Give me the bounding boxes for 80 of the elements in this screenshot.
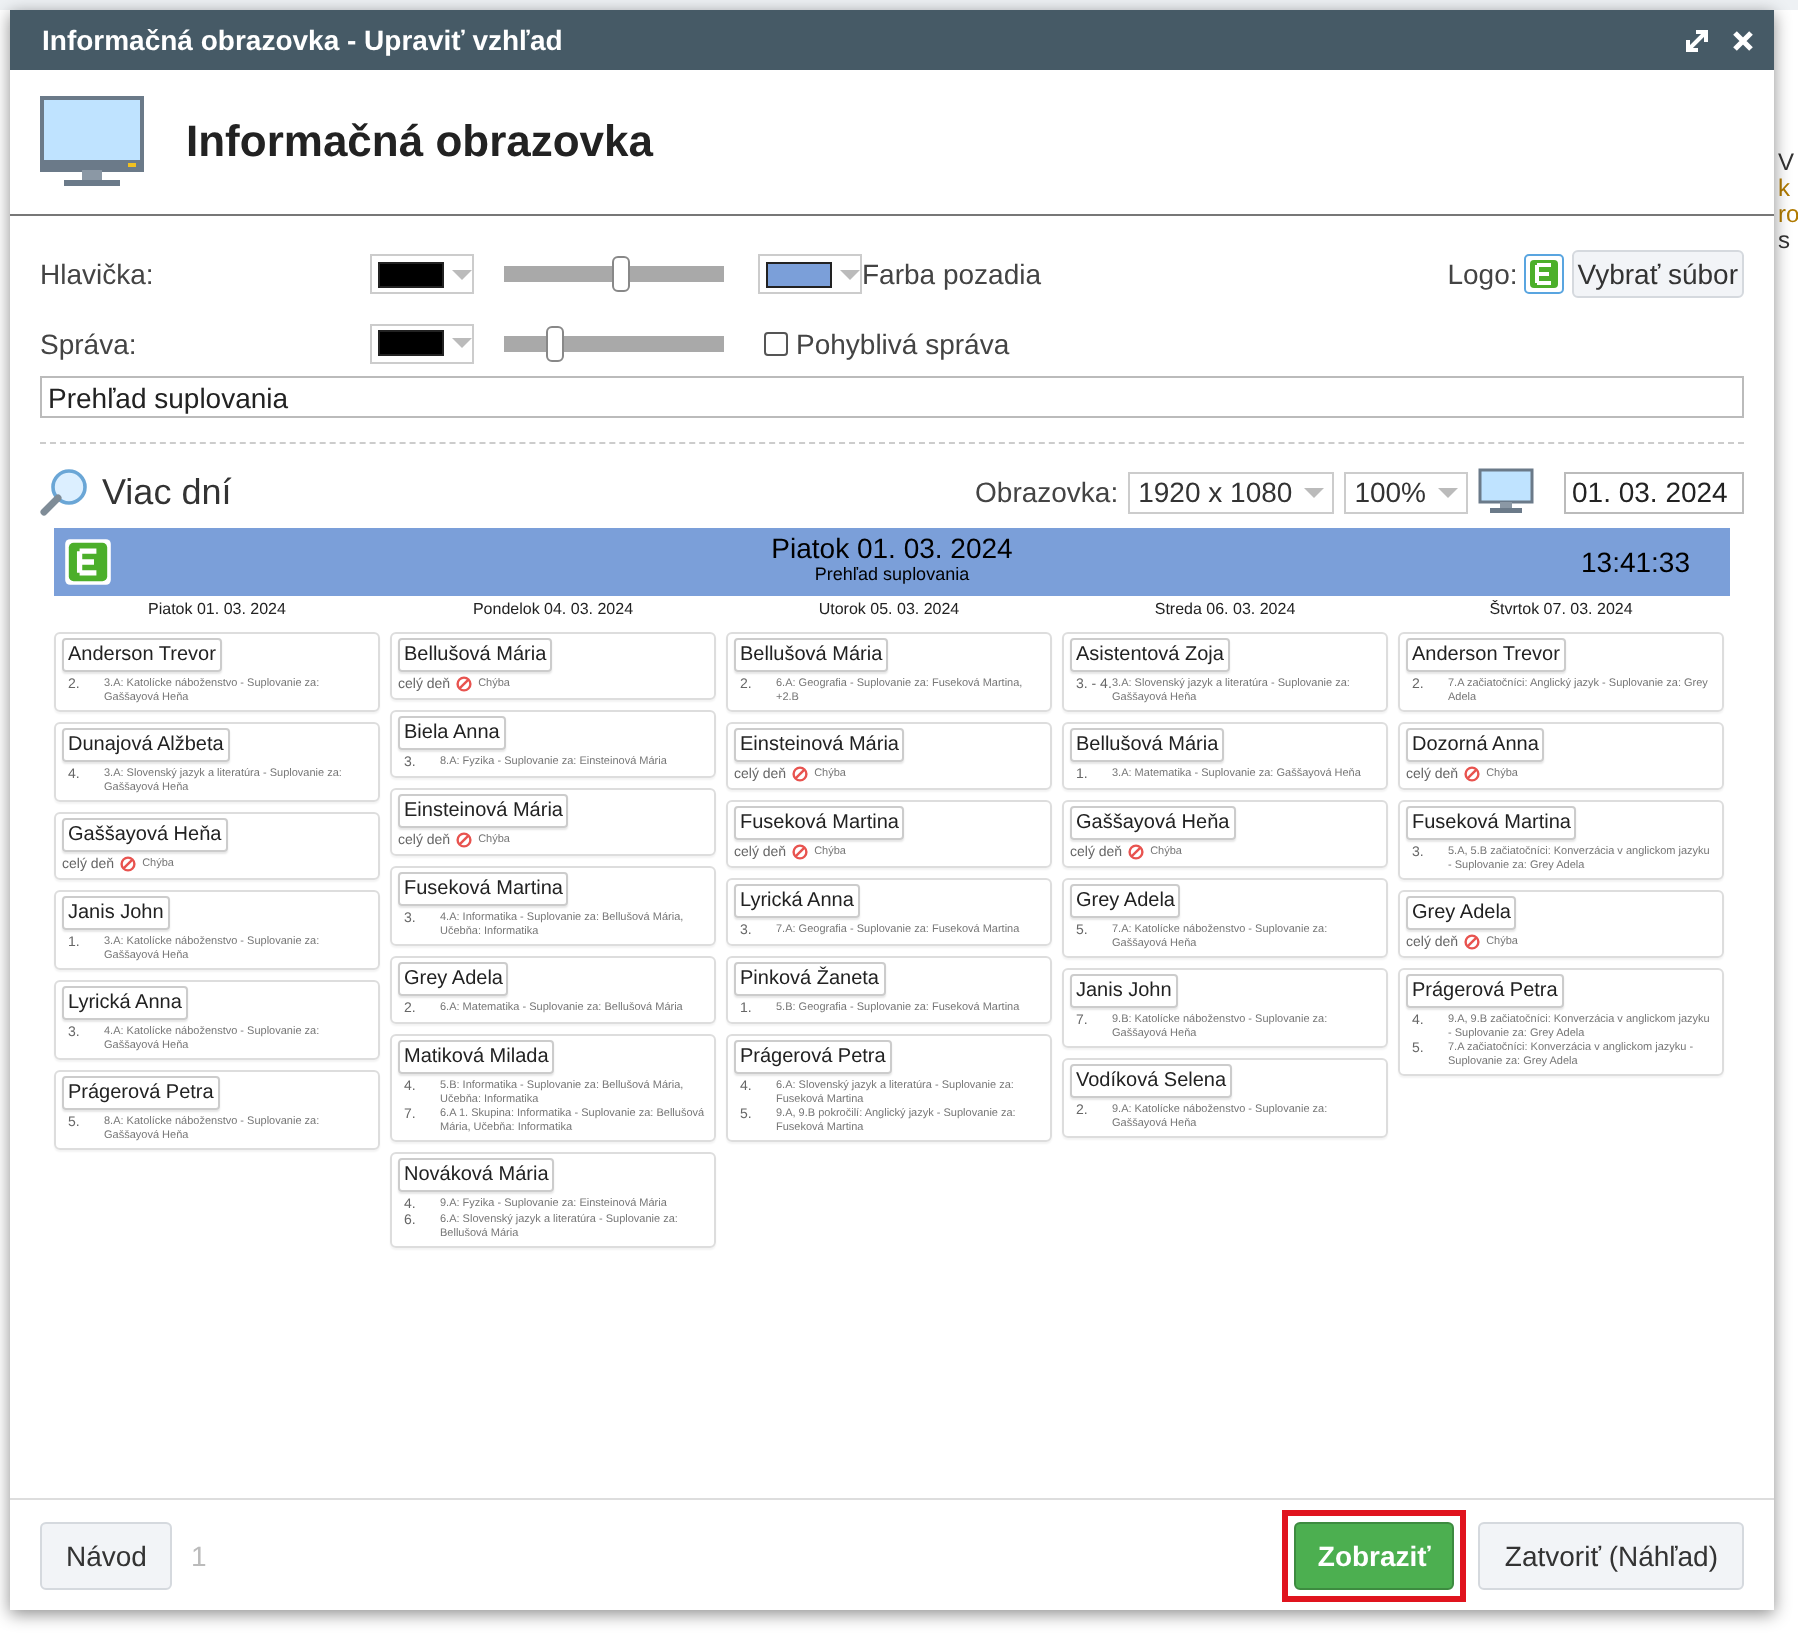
teacher-name: Grey Adela [1070, 884, 1181, 918]
resolution-dropdown[interactable]: 1920 x 1080 [1128, 471, 1335, 513]
teacher-name: Lyrická Anna [62, 986, 188, 1020]
teacher-name: Pinková Žaneta [734, 962, 885, 996]
day-heading: Streda 06. 03. 2024 [1152, 600, 1298, 618]
teacher-name: Lyrická Anna [734, 884, 860, 918]
date-field[interactable]: 01. 03. 2024 [1564, 471, 1744, 513]
text-color-picker[interactable] [370, 254, 474, 294]
teacher-name: Gaššayová Heňa [62, 818, 228, 852]
teacher-name: Matiková Milada [398, 1040, 555, 1074]
teacher-name: Gaššayová Heňa [1070, 806, 1236, 840]
preview-message: Prehľad suplovania [814, 564, 970, 584]
prohibited-icon [456, 676, 473, 692]
background-text: ro [1778, 202, 1798, 228]
teacher-name: Fuseková Martina [398, 872, 569, 906]
logo-label: Logo: [1447, 258, 1518, 290]
day-heading: Piatok 01. 03. 2024 [146, 600, 288, 618]
teacher-name: Einsteinová Mária [734, 728, 905, 762]
prohibited-icon [792, 766, 809, 782]
close-icon[interactable] [1732, 29, 1754, 51]
teacher-name: Nováková Mária [398, 1158, 555, 1192]
field-label: Hlavička: [40, 258, 156, 290]
prohibited-icon [456, 832, 473, 848]
prohibited-icon [120, 856, 137, 872]
monitor-icon [40, 96, 144, 188]
close-preview-button[interactable]: Zatvoriť (Náhľad) [1478, 1521, 1744, 1589]
slider-thumb[interactable] [546, 325, 565, 361]
message-input-field[interactable]: Prehľad suplovania [40, 376, 1744, 418]
teacher-name: Asistentová Zoja [1070, 638, 1230, 672]
preview-date: Piatok 01. 03. 2024 [771, 534, 1013, 564]
logo-icon [1523, 254, 1564, 294]
day-heading: Utorok 05. 03. 2024 [816, 600, 962, 618]
background-text: k [1778, 176, 1792, 202]
teacher-name: Janis John [62, 896, 170, 930]
dialog-heading: Informačná obrazovka [186, 116, 654, 168]
window-title: Informačná obrazovka - Upraviť vzhľad [42, 24, 563, 56]
teacher-name: Einsteinová Mária [398, 794, 569, 828]
teacher-name: Bellušová Mária [1070, 728, 1225, 762]
preview-clock: 13:41:33 [1581, 546, 1690, 578]
teacher-name: Dozorná Anna [1406, 728, 1545, 762]
prohibited-icon [1464, 766, 1481, 782]
day-heading: Pondelok 04. 03. 2024 [470, 600, 636, 618]
day-heading: Štvrtok 07. 03. 2024 [1487, 600, 1635, 618]
view-mode-label: Viac dní [102, 471, 232, 513]
teacher-name: Janis John [1070, 974, 1178, 1008]
slider-thumb[interactable] [612, 256, 631, 292]
prohibited-icon [792, 844, 809, 860]
teacher-name: Prágerová Petra [734, 1040, 892, 1074]
checkbox-label: Pohyblivá správa [796, 327, 1010, 359]
text-color-picker[interactable] [370, 323, 474, 363]
help-button[interactable]: Návod [40, 1521, 173, 1589]
background-text: s [1778, 228, 1792, 254]
teacher-name: Prágerová Petra [1406, 974, 1564, 1008]
teacher-name: Vodíková Selena [1070, 1064, 1233, 1098]
background-color-picker[interactable] [758, 254, 862, 294]
prohibited-icon [1128, 844, 1145, 860]
page-number: 1 [190, 1539, 207, 1571]
prohibited-icon [1464, 934, 1481, 950]
expand-icon[interactable] [1686, 29, 1708, 51]
teacher-name: Prágerová Petra [62, 1076, 220, 1110]
teacher-name: Grey Adela [398, 962, 509, 996]
teacher-name: Grey Adela [1406, 896, 1517, 930]
magnifier-icon [40, 468, 88, 516]
teacher-name: Fuseková Martina [1406, 806, 1577, 840]
teacher-name: Bellušová Mária [398, 638, 553, 672]
teacher-name: Bellušová Mária [734, 638, 889, 672]
background-text: V [1778, 150, 1797, 176]
teacher-name: Fuseková Martina [734, 806, 905, 840]
teacher-name: Dunajová Alžbeta [62, 728, 230, 762]
field-label: Farba pozadia [862, 258, 1042, 290]
checkbox[interactable] [764, 331, 788, 355]
logo-icon [64, 538, 112, 586]
screen-label: Obrazovka: [975, 476, 1119, 508]
teacher-name: Anderson Trevor [1406, 638, 1566, 672]
teacher-name: Biela Anna [398, 716, 506, 750]
monitor-icon[interactable] [1478, 468, 1534, 516]
field-label: Správa: [40, 327, 139, 359]
zoom-dropdown[interactable]: 100% [1344, 471, 1468, 513]
teacher-name: Anderson Trevor [62, 638, 222, 672]
choose-file-button[interactable]: Vybrať súbor [1571, 250, 1744, 298]
